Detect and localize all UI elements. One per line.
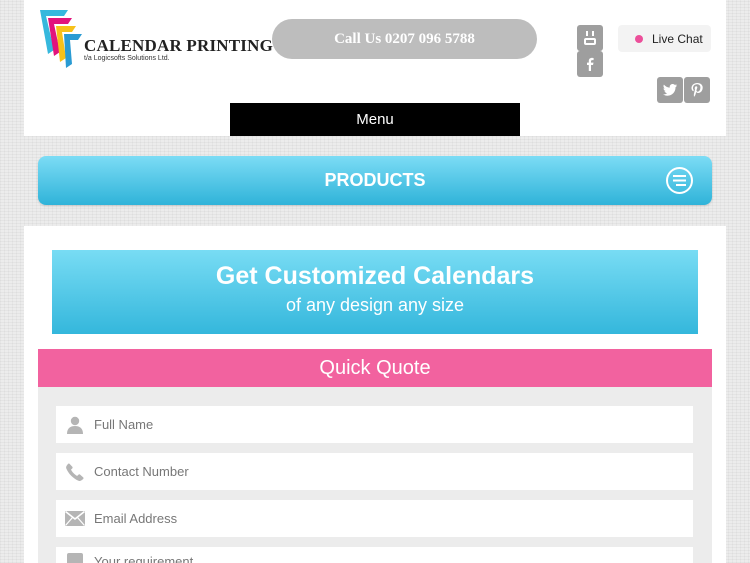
products-label: PRODUCTS — [324, 170, 426, 190]
brand-tagline: t/a Logicsofts Solutions Ltd. — [84, 55, 170, 62]
phone-icon — [56, 462, 94, 481]
brand-name: CALENDAR PRINTING — [84, 36, 273, 55]
site-header: CALENDAR PRINTING t/a Logicsofts Solutio… — [24, 0, 726, 136]
full-name-placeholder: Full Name — [94, 417, 154, 432]
email-field[interactable]: Email Address — [56, 500, 693, 537]
pinterest-button[interactable] — [684, 77, 710, 103]
pinterest-icon — [691, 82, 703, 97]
twitter-icon — [663, 84, 677, 96]
contact-number-placeholder: Contact Number — [94, 464, 189, 479]
promo-banner: Get Customized Calendars of any design a… — [52, 250, 698, 334]
menu-lines-icon — [666, 167, 693, 194]
pencil-icon — [56, 553, 94, 563]
banner-heading: Get Customized Calendars — [215, 262, 535, 290]
envelope-icon — [56, 511, 94, 526]
requirement-placeholder: Your requirement — [94, 554, 194, 563]
email-placeholder: Email Address — [94, 511, 178, 526]
user-icon — [56, 416, 94, 434]
requirement-field[interactable]: Your requirement — [56, 547, 693, 563]
twitter-button[interactable] — [657, 77, 683, 103]
quick-quote-title: Quick Quote — [38, 349, 712, 387]
contact-number-field[interactable]: Contact Number — [56, 453, 693, 490]
calendar-logo-icon — [40, 10, 82, 68]
online-dot-icon — [635, 34, 643, 43]
youtube-icon — [584, 31, 596, 45]
live-chat-label: Live Chat — [652, 31, 703, 46]
banner-subheading: of any design any size — [285, 295, 465, 315]
facebook-icon — [587, 57, 594, 71]
facebook-button[interactable] — [577, 51, 603, 77]
call-us-button[interactable]: Call Us 0207 096 5788 — [272, 19, 537, 59]
full-name-field[interactable]: Full Name — [56, 406, 693, 443]
youtube-button[interactable] — [577, 25, 603, 51]
live-chat-button[interactable]: Live Chat — [618, 25, 711, 52]
menu-button[interactable]: Menu — [230, 103, 520, 136]
site-logo[interactable]: CALENDAR PRINTING t/a Logicsofts Solutio… — [38, 10, 273, 68]
products-bar[interactable]: PRODUCTS — [38, 156, 712, 205]
